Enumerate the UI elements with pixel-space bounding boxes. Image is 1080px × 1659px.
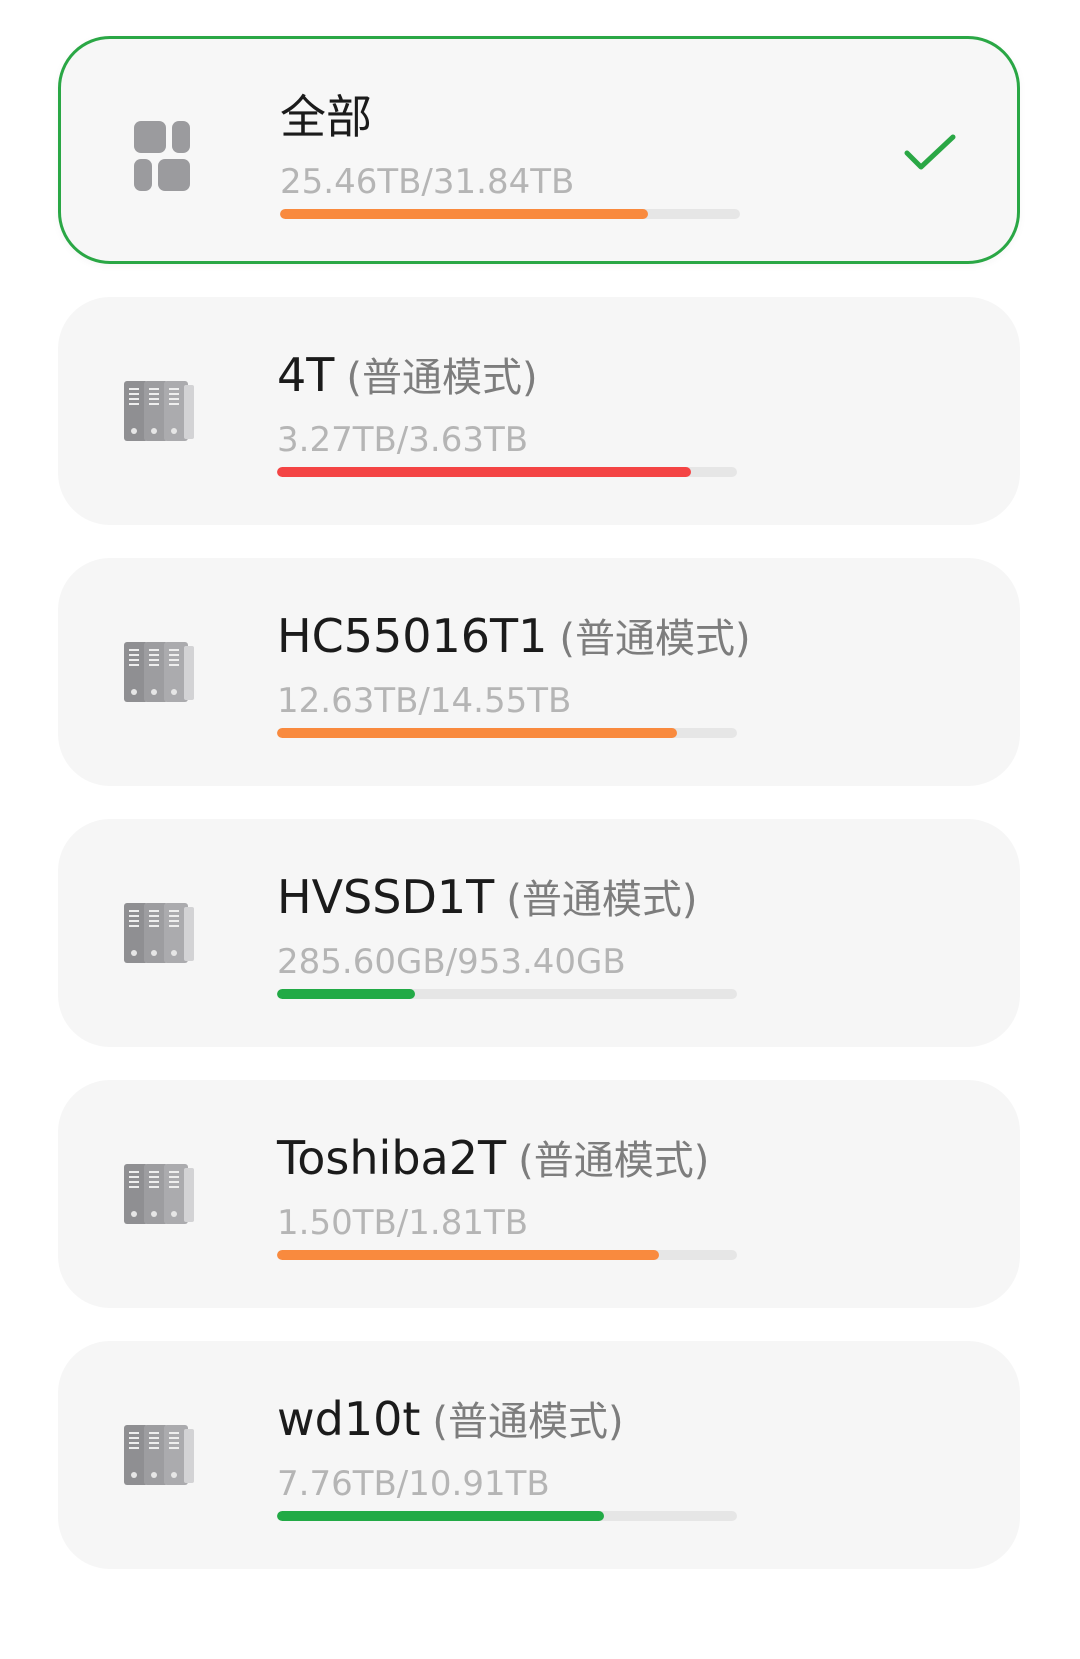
usage-progress-fill xyxy=(277,1250,659,1260)
pool-card-wd10t[interactable]: wd10t (普通模式) 7.76TB/10.91TB xyxy=(58,1341,1020,1569)
storage-pool-list: 全部 25.46TB/31.84TB 4T (普通模式) 3.27TB/3.63… xyxy=(0,0,1080,1659)
pool-title: wd10t (普通模式) xyxy=(277,1391,624,1458)
storage-pool-icon xyxy=(120,371,200,451)
pool-name: 4T xyxy=(277,348,335,402)
usage-progress-fill xyxy=(280,209,648,219)
usage-progress-bar xyxy=(277,1511,737,1521)
usage-progress-bar xyxy=(277,728,737,738)
pool-name: HVSSD1T xyxy=(277,870,495,924)
usage-progress-bar xyxy=(277,467,737,477)
pool-usage: 7.76TB/10.91TB xyxy=(277,1464,550,1504)
usage-progress-bar xyxy=(280,209,740,219)
pool-mode: (普通模式) xyxy=(518,1138,710,1184)
checkmark-icon xyxy=(903,133,957,173)
all-grid-icon xyxy=(128,115,208,195)
pool-usage: 25.46TB/31.84TB xyxy=(280,162,575,202)
usage-progress-bar xyxy=(277,1250,737,1260)
pool-card-4t[interactable]: 4T (普通模式) 3.27TB/3.63TB xyxy=(58,297,1020,525)
pool-card-all[interactable]: 全部 25.46TB/31.84TB xyxy=(58,36,1020,264)
pool-usage: 3.27TB/3.63TB xyxy=(277,420,529,460)
pool-card-hc55016t1[interactable]: HC55016T1 (普通模式) 12.63TB/14.55TB xyxy=(58,558,1020,786)
pool-title: 全部 xyxy=(280,89,372,156)
usage-progress-fill xyxy=(277,1511,604,1521)
usage-progress-fill xyxy=(277,467,691,477)
pool-title: HC55016T1 (普通模式) xyxy=(277,608,751,675)
storage-pool-icon xyxy=(120,893,200,973)
pool-mode: (普通模式) xyxy=(506,877,698,923)
pool-name: HC55016T1 xyxy=(277,609,548,663)
pool-mode: (普通模式) xyxy=(346,355,538,401)
pool-card-hvssd1t[interactable]: HVSSD1T (普通模式) 285.60GB/953.40GB xyxy=(58,819,1020,1047)
pool-title: 4T (普通模式) xyxy=(277,347,538,414)
pool-name: Toshiba2T xyxy=(277,1131,507,1185)
pool-title: HVSSD1T (普通模式) xyxy=(277,869,697,936)
usage-progress-fill xyxy=(277,728,678,738)
pool-name: wd10t xyxy=(277,1392,421,1446)
pool-card-toshiba2t[interactable]: Toshiba2T (普通模式) 1.50TB/1.81TB xyxy=(58,1080,1020,1308)
pool-usage: 12.63TB/14.55TB xyxy=(277,681,572,721)
pool-usage: 285.60GB/953.40GB xyxy=(277,942,626,982)
usage-progress-fill xyxy=(277,989,415,999)
pool-mode: (普通模式) xyxy=(559,616,751,662)
pool-title: Toshiba2T (普通模式) xyxy=(277,1130,709,1197)
pool-name: 全部 xyxy=(280,90,372,144)
pool-mode: (普通模式) xyxy=(432,1399,624,1445)
storage-pool-icon xyxy=(120,1154,200,1234)
pool-usage: 1.50TB/1.81TB xyxy=(277,1203,529,1243)
usage-progress-bar xyxy=(277,989,737,999)
storage-pool-icon xyxy=(120,632,200,712)
storage-pool-icon xyxy=(120,1415,200,1495)
